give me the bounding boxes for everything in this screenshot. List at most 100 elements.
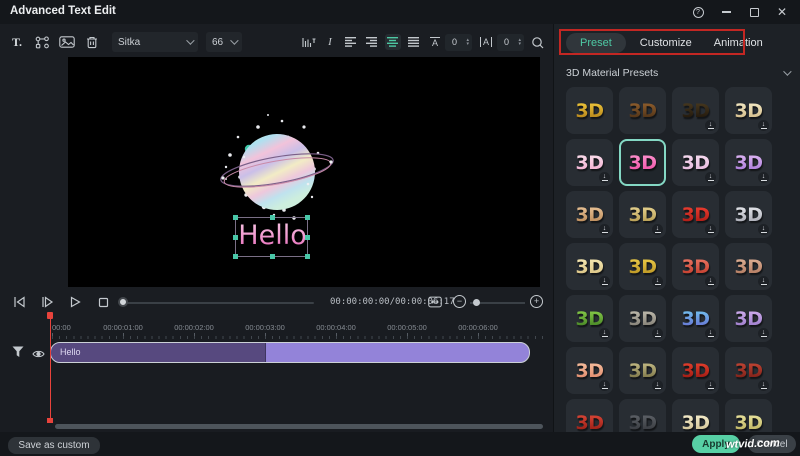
cancel-button[interactable]: Cancel — [748, 435, 796, 453]
align-right-icon[interactable] — [364, 34, 380, 50]
titlebar: Advanced Text Edit ? ✕ — [0, 0, 800, 24]
resize-handle[interactable] — [233, 235, 238, 240]
play-icon[interactable] — [68, 295, 82, 309]
preset-tile[interactable]: 3D ↓ — [619, 191, 666, 238]
footer-bar: Save as custom Apply Cancel wtvid.com — [0, 432, 800, 456]
zoom-in-icon[interactable]: + — [530, 295, 543, 308]
apply-button[interactable]: Apply — [692, 435, 740, 453]
list-style-icon[interactable] — [301, 34, 317, 50]
add-text-icon[interactable]: T. — [8, 33, 26, 51]
font-size-value: 66 — [212, 37, 223, 48]
minimize-icon[interactable] — [720, 6, 732, 18]
preset-tile[interactable]: 3D ↓ — [566, 191, 613, 238]
download-icon: ↓ — [705, 172, 716, 183]
preset-tile[interactable]: 3D ↓ — [725, 87, 772, 134]
timeline-text-clip[interactable]: Hello — [50, 342, 530, 363]
italic-icon[interactable]: I — [322, 34, 338, 50]
playhead-line[interactable] — [50, 318, 52, 420]
material-presets-dropdown[interactable]: 3D Material Presets — [566, 63, 789, 82]
download-icon: ↓ — [599, 276, 610, 287]
maximize-icon[interactable] — [748, 6, 760, 18]
trash-icon[interactable] — [83, 33, 101, 51]
preview-canvas[interactable]: Hello — [68, 57, 540, 287]
stepper-arrows-icon[interactable]: ▴▾ — [466, 38, 469, 46]
resize-handle[interactable] — [270, 254, 275, 259]
preset-tile[interactable]: 3D ↓ — [566, 139, 613, 186]
preset-label: 3D — [682, 100, 710, 122]
preset-tile[interactable]: 3D ↓ — [725, 139, 772, 186]
preset-tile[interactable]: 3D ↓ — [672, 399, 719, 432]
close-icon[interactable]: ✕ — [776, 6, 788, 18]
download-icon: ↓ — [705, 120, 716, 131]
zoom-out-icon[interactable]: − — [453, 295, 466, 308]
preset-tile[interactable]: 3D ↓ — [725, 295, 772, 342]
preset-tile[interactable]: 3D ↓ — [566, 295, 613, 342]
resize-handle[interactable] — [305, 215, 310, 220]
preset-tile[interactable]: 3D ↓ — [566, 399, 613, 432]
preset-tile[interactable]: 3D ↓ — [566, 243, 613, 290]
preset-tile[interactable]: 3D ↓ — [619, 295, 666, 342]
resize-handle[interactable] — [233, 215, 238, 220]
help-icon[interactable]: ? — [692, 6, 704, 18]
preset-label: 3D — [682, 412, 710, 433]
font-size-select[interactable]: 66 — [206, 32, 242, 52]
preset-tile[interactable]: 3D ↓ — [619, 139, 666, 186]
preset-tile[interactable]: 3D ↓ — [619, 347, 666, 394]
fit-icon[interactable] — [428, 295, 442, 309]
resize-handle[interactable] — [233, 254, 238, 259]
preset-tile[interactable]: 3D ↓ — [672, 191, 719, 238]
preset-tile[interactable]: 3D ↓ — [672, 347, 719, 394]
timeline-zoom-handle[interactable] — [473, 299, 480, 306]
letter-spacing-stepper[interactable]: 0 ▴▾ — [497, 34, 524, 51]
seek-handle[interactable] — [118, 297, 128, 307]
preset-tile[interactable]: 3D ↓ — [672, 139, 719, 186]
preset-panel: Preset Customize Animation 3D Material P… — [553, 24, 800, 432]
preset-tile[interactable]: 3D ↓ — [566, 347, 613, 394]
line-spacing-icon[interactable]: A — [430, 37, 440, 48]
preset-label: 3D — [682, 204, 710, 226]
preset-tile[interactable]: 3D ↓ — [725, 243, 772, 290]
preset-tile[interactable]: 3D ↓ — [725, 191, 772, 238]
stepper-arrows-icon[interactable]: ▴▾ — [518, 38, 521, 46]
ruler-label: 00:00:03:00 — [245, 323, 285, 332]
preset-tile[interactable]: 3D ↓ — [672, 87, 719, 134]
preset-tile[interactable]: 3D ↓ — [619, 87, 666, 134]
dropdown-label: 3D Material Presets — [566, 67, 658, 79]
align-left-icon[interactable] — [343, 34, 359, 50]
preset-label: 3D — [576, 256, 604, 278]
preset-label: 3D — [735, 256, 763, 278]
preset-label: 3D — [735, 412, 763, 433]
seek-slider[interactable] — [122, 302, 314, 304]
preset-label: 3D — [576, 308, 604, 330]
preset-tile[interactable]: 3D ↓ — [672, 243, 719, 290]
preset-tile[interactable]: 3D ↓ — [566, 87, 613, 134]
stop-icon[interactable] — [96, 295, 110, 309]
preset-nodes-icon[interactable] — [33, 33, 51, 51]
preset-tile[interactable]: 3D ↓ — [672, 295, 719, 342]
canvas-text[interactable]: Hello — [236, 220, 309, 251]
preset-tile[interactable]: 3D ↓ — [725, 347, 772, 394]
save-as-custom-button[interactable]: Save as custom — [8, 437, 100, 454]
line-spacing-stepper[interactable]: 0 ▴▾ — [445, 34, 472, 51]
rotate-icon[interactable] — [529, 34, 545, 50]
resize-handle[interactable] — [270, 215, 275, 220]
resize-handle[interactable] — [305, 254, 310, 259]
text-selection-box[interactable]: Hello — [235, 217, 308, 257]
font-family-select[interactable]: Sitka — [112, 32, 198, 52]
preset-tile[interactable]: 3D ↓ — [619, 243, 666, 290]
filter-icon[interactable] — [12, 345, 24, 363]
preset-tile[interactable]: 3D ↓ — [619, 399, 666, 432]
download-icon: ↓ — [758, 380, 769, 391]
align-center-icon[interactable] — [385, 34, 401, 50]
preset-grid: 3D ↓ 3D ↓ 3D ↓ 3D ↓ 3D ↓ 3D ↓ 3D ↓ 3D ↓ … — [566, 87, 789, 432]
image-icon[interactable] — [58, 33, 76, 51]
playhead-foot[interactable] — [47, 418, 53, 423]
timeline-scrollbar[interactable] — [55, 424, 543, 429]
previous-frame-icon[interactable] — [12, 295, 26, 309]
justify-icon[interactable] — [406, 34, 422, 50]
resize-handle[interactable] — [305, 235, 310, 240]
next-frame-icon[interactable] — [40, 295, 54, 309]
preset-tile[interactable]: 3D ↓ — [725, 399, 772, 432]
eye-icon[interactable] — [32, 346, 45, 364]
letter-spacing-icon[interactable]: A — [480, 37, 492, 47]
